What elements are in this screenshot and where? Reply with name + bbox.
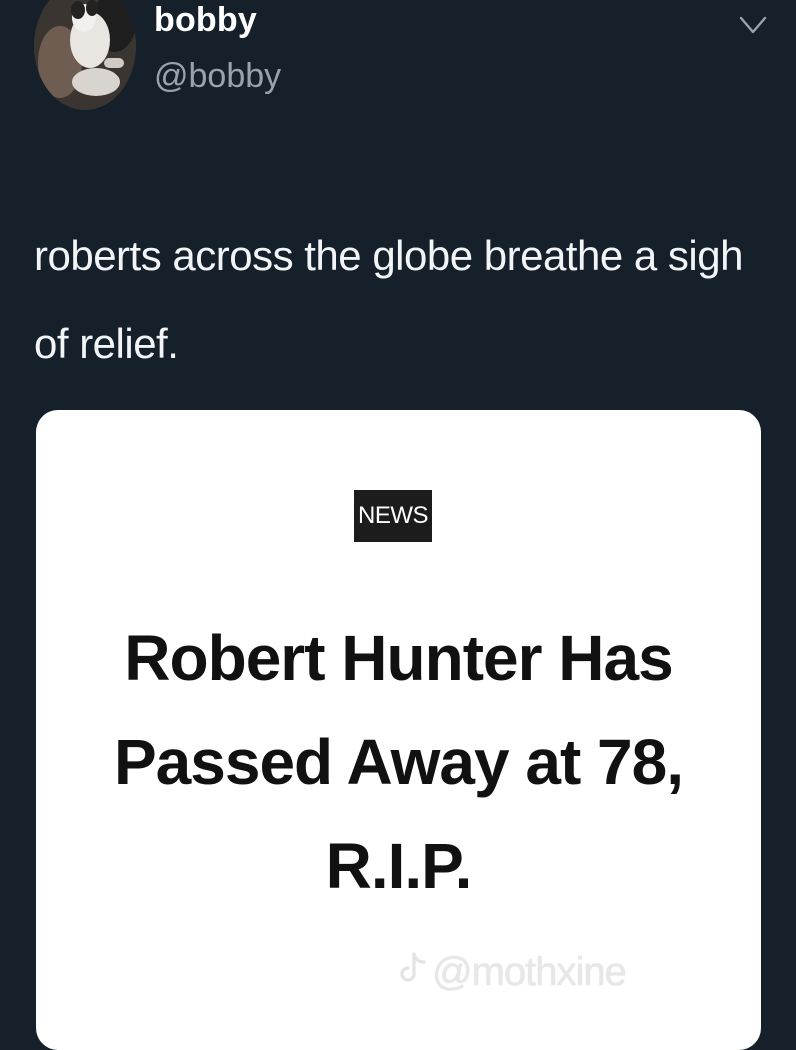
watermark-handle: @mothxine: [432, 950, 627, 994]
chevron-down-icon[interactable]: [736, 10, 770, 40]
headline-line: Robert Hunter Has: [124, 622, 673, 694]
dog-avatar-image: [34, 0, 136, 110]
watermark: @mothxine: [398, 950, 627, 995]
display-name[interactable]: bobby: [154, 0, 257, 40]
user-handle[interactable]: @bobby: [154, 56, 281, 96]
news-badge: NEWS: [354, 490, 432, 542]
avatar[interactable]: [34, 0, 136, 110]
link-card[interactable]: NEWS Robert Hunter Has Passed Away at 78…: [36, 410, 761, 1050]
headline-line: R.I.P.: [325, 830, 473, 902]
tweet: bobby @bobby roberts across the globe br…: [0, 0, 796, 1050]
headline-line: Passed Away at 78,: [113, 726, 684, 798]
headline: Robert Hunter Has Passed Away at 78, R.I…: [36, 606, 761, 918]
tweet-text: roberts across the globe breathe a sigh …: [34, 232, 743, 367]
tiktok-icon: [398, 950, 428, 995]
